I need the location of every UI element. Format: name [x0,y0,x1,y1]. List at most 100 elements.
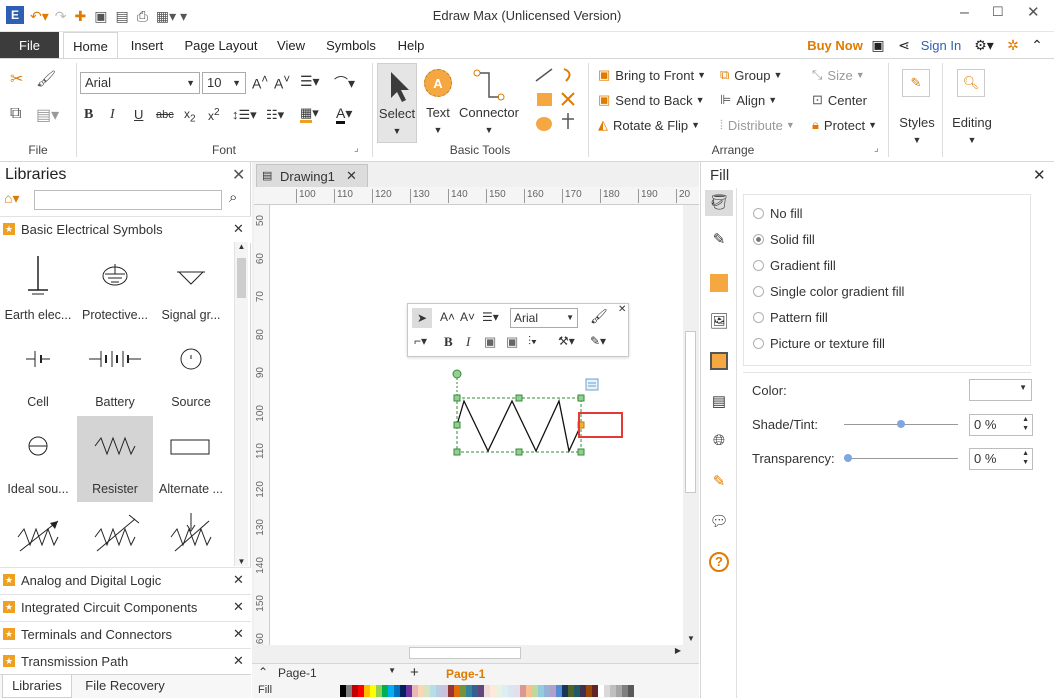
paste-icon[interactable]: ▤▾ [36,105,59,125]
library-home-icon[interactable]: ⌂▾ [4,190,19,207]
group-button[interactable]: ⧉ Group ▼ [720,67,782,83]
strikethrough-icon[interactable]: abc [156,109,174,121]
collapse-ribbon-icon[interactable]: ⌃ [1028,32,1046,59]
shrink-font-icon[interactable]: A˅ [274,73,290,92]
line-style-icon[interactable]: ✎ [705,230,733,248]
align-button[interactable]: ⊫ Align ▼ [720,92,777,108]
select-tool-button[interactable]: Select ▼ [377,63,417,143]
bullets-icon[interactable]: ☷▾ [266,107,284,123]
italic-icon[interactable]: I [110,107,115,123]
canvas-vertical-scrollbar[interactable]: ▼ [683,205,699,645]
buy-now-link[interactable]: Buy Now [804,32,866,59]
fill-panel-close-icon[interactable]: ✕ [1033,166,1046,184]
subscript-icon[interactable]: x2 [184,107,196,124]
canvas-horizontal-scrollbar[interactable]: ▶ [254,645,683,661]
shade-spinner[interactable]: 0 % ▲ ▼ [969,414,1033,436]
transparency-slider-knob[interactable] [844,454,852,462]
theme-icon[interactable]: ✲ [1004,32,1022,59]
tab-file[interactable]: File [0,32,59,59]
bold-icon[interactable]: B [84,107,93,123]
horizontal-scroll-thumb[interactable] [409,647,521,659]
library-category[interactable]: ★ Integrated Circuit Components ✕ [0,594,251,621]
underline-icon[interactable]: U [134,107,143,122]
shadow-icon[interactable] [710,274,728,292]
line-spacing-icon[interactable]: ↕☰▾ [232,107,257,123]
connector-tool-button[interactable]: Connector ▼ [458,63,520,143]
text-tool-button[interactable]: A Text ▼ [420,63,456,143]
page-up-icon[interactable]: ⌃ [258,665,268,679]
category-close-icon[interactable]: ✕ [233,599,244,615]
grow-font-icon[interactable]: A˄ [440,310,455,324]
radio-pattern-fill[interactable]: Pattern fill [753,310,828,325]
libraries-close-icon[interactable]: ✕ [232,165,245,185]
radio-solid-fill[interactable]: Solid fill [753,232,815,247]
tab-view[interactable]: View [270,32,312,59]
grow-font-icon[interactable]: A˄ [252,73,268,92]
shade-slider-knob[interactable] [897,420,905,428]
tab-insert[interactable]: Insert [122,32,172,59]
transparency-slider[interactable] [844,458,958,459]
close-button[interactable]: ✕ [1027,3,1040,21]
copy-icon[interactable]: ⧉ [10,105,21,123]
bring-front-icon[interactable]: ▣ [484,334,496,350]
comment-icon[interactable]: 💬︎ [705,512,733,530]
library-category[interactable]: ★ Terminals and Connectors ✕ [0,621,251,648]
color-swatch[interactable] [628,685,634,697]
radio-gradient-fill[interactable]: Gradient fill [753,258,836,273]
share-network-icon[interactable]: ⋖ [894,32,914,59]
sign-in-link[interactable]: Sign In [916,32,966,59]
drawing-page[interactable]: ➤ A˄ A˅ ☰▾ Arial ▼ 🖌 ✕ ⌐▾ B I ▣ ▣ ⫶▾ ⚒▾ ✎… [270,205,683,645]
font-size-select[interactable]: 10 ▼ [202,72,246,94]
rotate-handle[interactable] [452,369,462,379]
size-button[interactable]: ⤡ Size ▼ [812,67,865,83]
symbol-resister-selected[interactable]: Resister [77,416,153,502]
image-icon[interactable]: 🖼︎ [705,312,733,330]
symbol-ideal-source[interactable]: Ideal sou... [0,416,76,502]
library-search-icon[interactable]: ⌕ [229,189,237,206]
settings-gear-icon[interactable]: ⚙▾ [970,32,998,59]
italic-icon[interactable]: I [466,334,470,350]
library-category[interactable]: ★ Analog and Digital Logic ✕ [0,567,251,594]
symbol-cell[interactable]: Cell [0,329,76,415]
symbol-variable-resistor-3[interactable] [153,503,229,569]
help-icon[interactable]: ? [709,552,729,572]
bold-icon[interactable]: B [444,334,453,350]
attachment-icon[interactable]: ✎ [705,472,733,490]
category-close-icon[interactable]: ✕ [233,221,244,237]
format-painter-icon[interactable]: 🖌 [36,69,56,89]
layers-icon[interactable] [710,352,728,370]
minimize-button[interactable]: – [960,4,969,22]
select-pointer-icon[interactable]: ➤ [412,308,432,328]
radio-no-fill[interactable]: No fill [753,206,803,221]
symbol-alternate[interactable]: Alternate ... [153,416,229,502]
library-scrollbar[interactable]: ▲ ▼ [234,242,248,566]
vertical-scroll-thumb[interactable] [685,331,696,493]
font-color-icon[interactable]: A▾ [336,105,352,124]
connector-style-icon[interactable]: ⌐▾ [414,334,427,348]
distribute-icon[interactable]: ⫶▾ [528,334,537,349]
text-direction-icon[interactable]: ⌒▾ [334,73,355,93]
page-select[interactable]: Page-1 ▼ [278,666,398,682]
add-page-icon[interactable]: + [410,664,419,681]
style-icon[interactable]: ✎▾ [590,334,606,348]
align-text-icon[interactable]: ☰▾ [482,310,499,324]
page-properties-icon[interactable]: ▤ [705,392,733,410]
document-tab-close-icon[interactable]: ✕ [346,168,357,184]
styles-button[interactable]: ✎ Styles ▼ [892,63,942,155]
transparency-spinner[interactable]: 0 % ▲ ▼ [969,448,1033,470]
radio-picture-fill[interactable]: Picture or texture fill [753,336,885,351]
tab-help[interactable]: Help [390,32,432,59]
document-tab[interactable]: ▤ Drawing1 ✕ [256,164,368,188]
fill-bucket-icon[interactable]: 🪣︎ [705,190,733,216]
rotate-flip-button[interactable]: ◭ Rotate & Flip ▼ [598,117,700,133]
symbol-variable-resistor-1[interactable] [0,503,76,569]
protect-button[interactable]: 🔒︎ Protect ▼ [812,117,877,133]
hyperlink-globe-icon[interactable]: 🌐︎ [705,432,733,449]
library-search-input[interactable] [34,190,222,210]
symbol-source[interactable]: Source [153,329,229,415]
editing-button[interactable]: 🔍︎ Editing ▼ [946,63,998,155]
center-button[interactable]: ⊡ Center [812,92,867,108]
floating-toolbar-close-icon[interactable]: ✕ [618,304,626,315]
superscript-icon[interactable]: x2 [208,107,220,123]
category-close-icon[interactable]: ✕ [233,653,244,669]
